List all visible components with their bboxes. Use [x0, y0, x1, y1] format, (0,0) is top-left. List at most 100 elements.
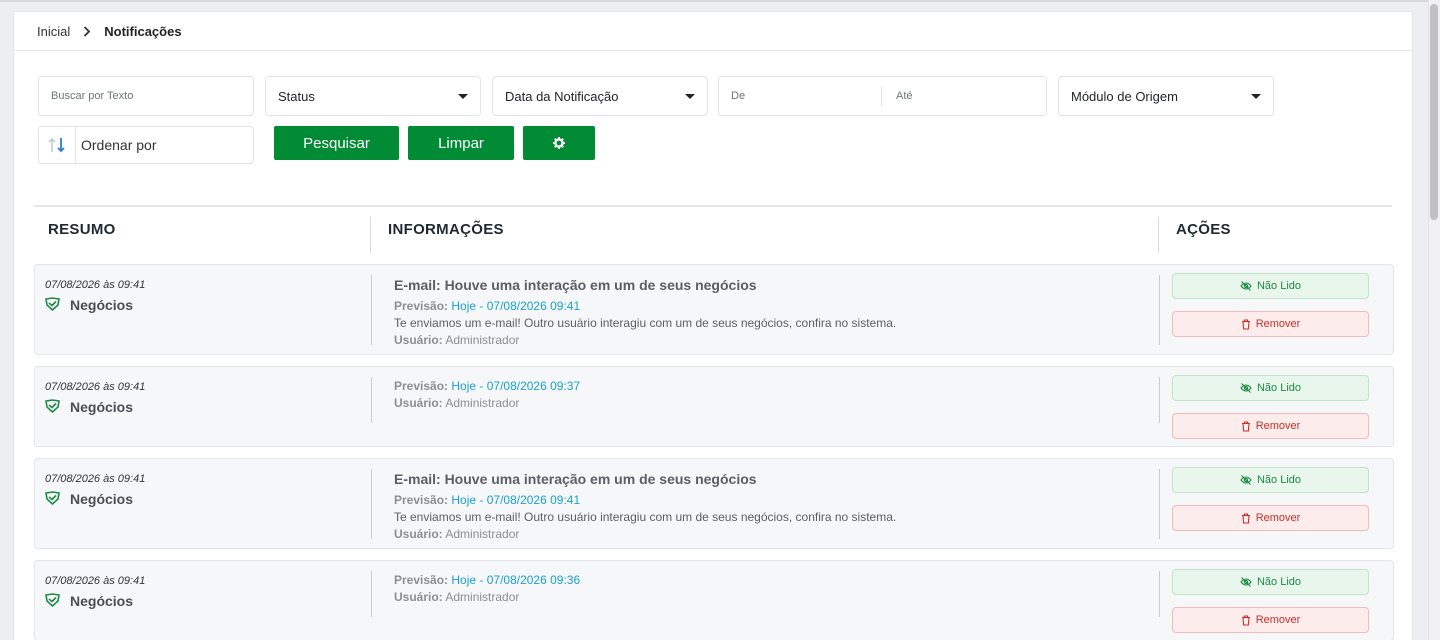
notification-card: 07/08/2026 às 09:41 Negócios Previsão: H… — [34, 560, 1394, 640]
notification-user: Administrador — [445, 333, 520, 347]
card-divider — [1159, 377, 1160, 423]
notification-card: 07/08/2026 às 09:41 Negócios E-mail: Hou… — [34, 264, 1394, 355]
date-type-select[interactable]: Data da Notificação — [492, 76, 708, 116]
table-header: RESUMO INFORMAÇÕES AÇÕES — [34, 205, 1392, 253]
notification-user: Administrador — [445, 590, 520, 604]
notification-info: Previsão: Hoje - 07/08/2026 09:36 Usuári… — [394, 572, 580, 606]
order-by-field[interactable]: Ordenar por — [38, 126, 254, 164]
eye-slash-icon — [1240, 475, 1252, 485]
forecast-label: Previsão: — [394, 493, 449, 507]
scrollbar-thumb[interactable] — [1430, 4, 1438, 220]
notification-module-label: Negócios — [70, 399, 134, 415]
module-select[interactable]: Módulo de Origem — [1058, 76, 1274, 116]
handshake-icon — [45, 297, 61, 313]
top-border — [0, 0, 1428, 2]
notification-module: Negócios — [45, 491, 133, 507]
notification-module-label: Negócios — [70, 491, 134, 507]
remove-label: Remover — [1255, 318, 1301, 330]
eye-slash-icon — [1240, 281, 1252, 291]
remove-label: Remover — [1255, 420, 1301, 432]
mark-unread-label: Não Lido — [1256, 280, 1302, 292]
notification-module-label: Negócios — [70, 593, 134, 609]
remove-label: Remover — [1255, 614, 1301, 626]
notification-module-label: Negócios — [70, 297, 134, 313]
remove-button[interactable]: Remover — [1172, 311, 1369, 337]
notification-title: E-mail: Houve uma interação em um de seu… — [394, 277, 757, 293]
date-to-placeholder[interactable]: Até — [896, 90, 913, 102]
user-label: Usuário: — [394, 396, 443, 410]
card-divider — [371, 571, 372, 617]
trash-icon — [1241, 318, 1251, 330]
card-divider — [371, 275, 372, 345]
handshake-icon — [45, 593, 61, 609]
notification-date: 07/08/2026 às 09:41 — [45, 575, 146, 587]
notification-forecast: Hoje - 07/08/2026 09:37 — [451, 379, 581, 393]
breadcrumb-home-link[interactable]: Inicial — [37, 24, 70, 39]
caret-down-icon — [458, 94, 468, 99]
notification-info: E-mail: Houve uma interação em um de seu… — [394, 277, 896, 349]
remove-button[interactable]: Remover — [1172, 607, 1369, 633]
breadcrumb-current: Notificações — [104, 23, 182, 39]
notification-info: Previsão: Hoje - 07/08/2026 09:37 Usuári… — [394, 378, 580, 412]
search-button[interactable]: Pesquisar — [274, 126, 399, 160]
forecast-label: Previsão: — [394, 299, 449, 313]
notification-date: 07/08/2026 às 09:41 — [45, 381, 146, 393]
notification-forecast: Hoje - 07/08/2026 09:41 — [451, 493, 581, 507]
remove-label: Remover — [1255, 512, 1301, 524]
notification-date: 07/08/2026 às 09:41 — [45, 279, 146, 291]
order-by-placeholder: Ordenar por — [81, 137, 157, 153]
mark-unread-button[interactable]: Não Lido — [1172, 569, 1369, 595]
status-select-value: Status — [278, 88, 315, 104]
remove-button[interactable]: Remover — [1172, 413, 1369, 439]
date-range-divider — [881, 87, 882, 107]
eye-slash-icon — [1240, 577, 1252, 587]
chevron-right-icon — [83, 25, 91, 37]
card-divider — [1159, 571, 1160, 617]
card-divider — [371, 469, 372, 539]
column-actions-header: AÇÕES — [1176, 221, 1231, 238]
module-select-value: Módulo de Origem — [1071, 88, 1178, 104]
notification-forecast: Hoje - 07/08/2026 09:41 — [451, 299, 581, 313]
trash-icon — [1241, 614, 1251, 626]
notification-title: E-mail: Houve uma interação em um de seu… — [394, 471, 757, 487]
search-text-placeholder: Buscar por Texto — [51, 90, 134, 102]
notification-module: Negócios — [45, 399, 133, 415]
sort-arrows-icon[interactable] — [39, 127, 76, 163]
date-from-placeholder[interactable]: De — [731, 90, 745, 102]
notification-date: 07/08/2026 às 09:41 — [45, 473, 146, 485]
breadcrumb: Inicial Notificações — [14, 12, 1412, 51]
date-type-select-value: Data da Notificação — [505, 88, 619, 104]
mark-unread-button[interactable]: Não Lido — [1172, 467, 1369, 493]
caret-down-icon — [685, 94, 695, 99]
mark-unread-label: Não Lido — [1256, 474, 1302, 486]
caret-down-icon — [1251, 94, 1261, 99]
column-info-header: INFORMAÇÕES — [388, 221, 504, 238]
mark-unread-label: Não Lido — [1256, 576, 1302, 588]
notification-module: Negócios — [45, 297, 133, 313]
user-label: Usuário: — [394, 590, 443, 604]
notification-message: Te enviamos um e-mail! Outro usuário int… — [394, 316, 897, 330]
notification-info: E-mail: Houve uma interação em um de seu… — [394, 471, 896, 543]
remove-button[interactable]: Remover — [1172, 505, 1369, 531]
trash-icon — [1241, 512, 1251, 524]
search-text-input[interactable]: Buscar por Texto — [38, 76, 254, 116]
date-range-input[interactable]: De Até — [718, 76, 1047, 116]
user-label: Usuário: — [394, 527, 443, 541]
clear-button[interactable]: Limpar — [408, 126, 514, 160]
notification-card: 07/08/2026 às 09:41 Negócios E-mail: Hou… — [34, 458, 1394, 549]
status-select[interactable]: Status — [265, 76, 481, 116]
page-scrollbar[interactable] — [1428, 0, 1440, 640]
forecast-label: Previsão: — [394, 573, 449, 587]
column-summary-header: RESUMO — [48, 221, 116, 238]
mark-unread-label: Não Lido — [1256, 382, 1302, 394]
column-divider — [370, 217, 371, 253]
mark-unread-button[interactable]: Não Lido — [1172, 375, 1369, 401]
mark-unread-button[interactable]: Não Lido — [1172, 273, 1369, 299]
forecast-label: Previsão: — [394, 379, 449, 393]
trash-icon — [1241, 420, 1251, 432]
settings-button[interactable] — [523, 126, 595, 160]
user-label: Usuário: — [394, 333, 443, 347]
handshake-icon — [45, 399, 61, 415]
column-divider — [1158, 217, 1159, 253]
notification-message: Te enviamos um e-mail! Outro usuário int… — [394, 510, 897, 524]
